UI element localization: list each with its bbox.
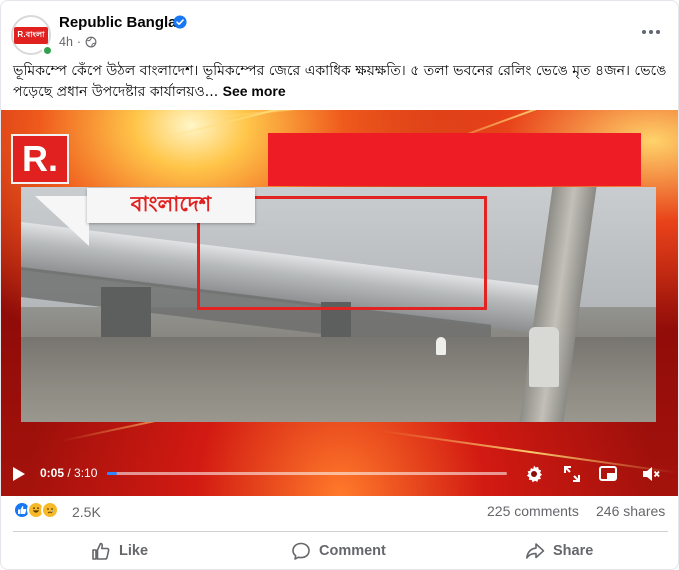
verified-badge-icon [173,15,187,29]
meta-separator: · [76,35,82,49]
avatar-logo: R.বাংলা [14,26,48,44]
mute-icon[interactable] [641,464,661,484]
footage-person [436,337,446,355]
sad-reaction-icon [41,501,59,519]
channel-logo: R. [11,134,69,184]
share-label: Share [553,543,594,559]
globe-icon [85,36,97,48]
like-label: Like [119,543,149,559]
footage-person [529,327,559,387]
settings-icon[interactable] [524,464,544,484]
reaction-icons[interactable] [13,501,59,519]
page-name-link[interactable]: Republic Bangla [59,14,177,31]
mini-player-icon[interactable] [598,464,618,484]
play-icon[interactable] [13,467,25,481]
comment-icon [292,542,310,560]
share-button[interactable]: Share [525,536,593,566]
shares-count[interactable]: 246 shares [596,503,665,519]
reaction-count[interactable]: 2.5K [72,504,101,520]
share-icon [526,543,545,559]
facebook-post: R.বাংলা Republic Bangla 4h · ভূমিকম্পে ক… [0,0,679,570]
like-icon [92,542,110,560]
post-caption: ভূমিকম্পে কেঁপে উঠল বাংলাদেশ। ভূমিকম্পের… [13,61,673,102]
progress-fill [107,472,118,475]
post-timestamp[interactable]: 4h [59,35,73,49]
comments-count[interactable]: 225 comments [487,503,579,519]
current-time: 0:05 [40,466,65,480]
location-callout: বাংলাদেশ [87,188,255,223]
comment-button[interactable]: Comment [291,536,386,566]
fullscreen-icon[interactable] [562,464,582,484]
action-divider [13,531,668,532]
video-controls: 0:05 / 3:10 [1,451,678,496]
caption-text: ভূমিকম্পে কেঁপে উঠল বাংলাদেশ। ভূমিকম্পের… [13,63,667,100]
callout-tail [35,196,89,246]
like-button[interactable]: Like [91,536,148,566]
progress-bar[interactable] [107,472,507,475]
comment-label: Comment [319,543,386,559]
more-options-icon[interactable] [637,20,665,44]
post-meta: 4h · [59,35,97,49]
headline-banner [268,133,641,186]
total-time: 3:10 [74,466,98,480]
video-player[interactable]: বাংলাদেশ R. 0:05 / 3:10 [1,110,678,496]
online-status-dot [42,45,53,56]
video-time: 0:05 / 3:10 [40,466,97,480]
see-more-link[interactable]: See more [223,83,286,99]
